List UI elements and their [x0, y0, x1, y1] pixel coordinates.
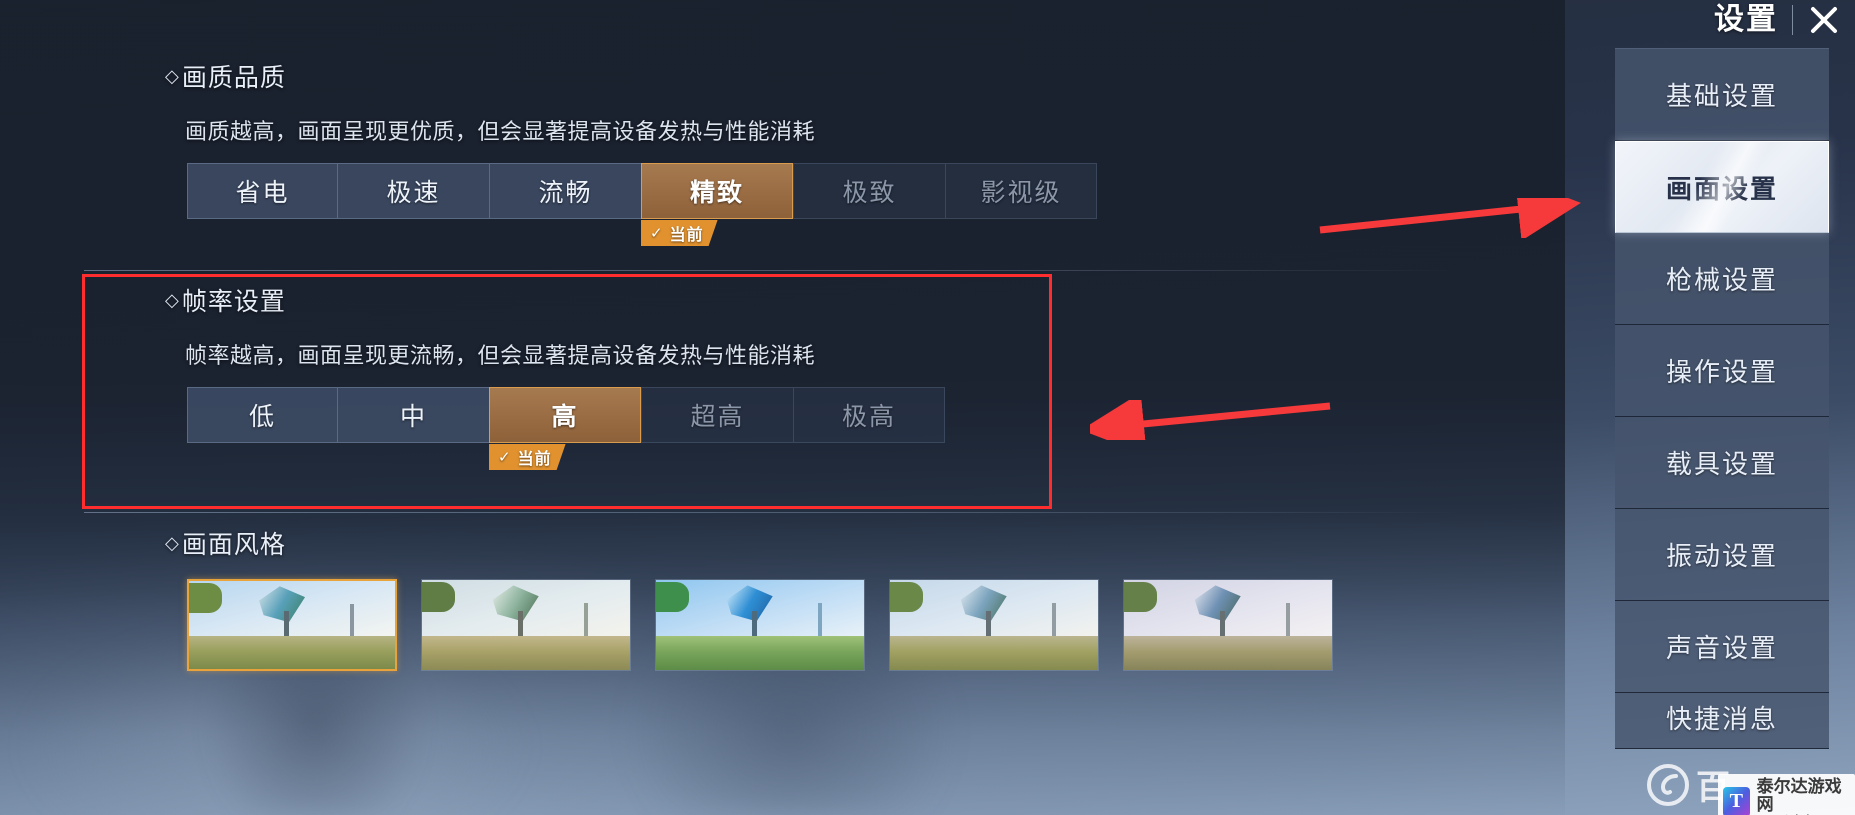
sidebar-item-label: 枪械设置 [1665, 265, 1778, 295]
tairda-site-name: 泰尔达游戏网 [1756, 777, 1842, 814]
option-label: 影视级 [980, 179, 1062, 207]
framerate-option-low[interactable]: 低 [187, 387, 337, 443]
section-desc-quality: 画质越高，画面呈现更优质，但会显著提高设备发热与性能消耗 [185, 119, 816, 144]
sidebar-item-label: 声音设置 [1665, 633, 1778, 663]
sidebar-item-label: 载具设置 [1665, 449, 1778, 479]
check-icon: ✓ [650, 224, 664, 242]
thumb-tower [349, 603, 354, 640]
quality-option-yingshiji[interactable]: 影视级 [945, 163, 1097, 219]
option-label: 极高 [841, 403, 896, 431]
sidebar-item-vibration[interactable]: 振动设置 [1615, 509, 1829, 601]
current-badge-framerate: ✓ 当前 [489, 444, 566, 470]
option-label: 极致 [842, 179, 897, 207]
framerate-option-medium[interactable]: 中 [337, 387, 489, 443]
sidebar-item-controls[interactable]: 操作设置 [1615, 325, 1829, 417]
framerate-option-row: 低 中 高 ✓ 当前 超高 极高 [187, 387, 945, 443]
thumb-ground [890, 635, 1098, 670]
close-x-icon [1807, 3, 1841, 37]
thumb-tree [890, 581, 924, 613]
quality-option-jizhi[interactable]: 极致 [793, 163, 945, 219]
thumb-tree [1124, 581, 1158, 613]
sidebar-item-sound[interactable]: 声音设置 [1615, 601, 1829, 693]
option-label: 超高 [690, 403, 745, 431]
style-thumbnail-2[interactable] [421, 579, 631, 671]
thumb-tree [189, 582, 222, 613]
sidebar-item-label: 画面设置 [1665, 173, 1778, 204]
sidebar-item-label: 快捷消息 [1665, 704, 1778, 734]
current-badge-label: 当前 [669, 227, 704, 244]
style-thumbnail-row [187, 579, 1333, 671]
sidebar-item-display[interactable]: 画面设置 [1615, 141, 1829, 233]
section-title-text: 帧率设置 [181, 288, 286, 316]
option-label: 精致 [689, 179, 744, 207]
thumb-tower [1286, 603, 1291, 640]
tairda-logo-icon [1723, 786, 1750, 815]
divider-1 [84, 270, 1464, 271]
quality-option-liuchang[interactable]: 流畅 [489, 163, 641, 219]
thumb-ground [1124, 635, 1332, 670]
section-framerate: ◇ 帧率设置 帧率越高，画面呈现更流畅，但会显著提高设备发热与性能消耗 低 中 … [165, 282, 945, 443]
framerate-option-extreme[interactable]: 极高 [793, 387, 945, 443]
sidebar-item-quickmessage[interactable]: 快捷消息 [1615, 693, 1829, 749]
settings-content: ◇ 画质品质 画质越高，画面呈现更优质，但会显著提高设备发热与性能消耗 省电 极… [0, 0, 1464, 815]
style-thumbnail-1[interactable] [187, 579, 397, 671]
sidebar-item-basic[interactable]: 基础设置 [1615, 49, 1829, 141]
style-thumbnail-4[interactable] [889, 579, 1099, 671]
diamond-bullet-icon: ◇ [165, 65, 180, 86]
thumb-tree [656, 581, 690, 613]
thumb-tower [1052, 603, 1057, 640]
diamond-bullet-icon: ◇ [165, 289, 180, 310]
section-title-quality: ◇ 画质品质 [165, 58, 1097, 94]
sidebar-item-weapon[interactable]: 枪械设置 [1615, 233, 1829, 325]
thumb-tree [422, 581, 456, 613]
baidu-paw-icon [1647, 763, 1689, 806]
framerate-option-ultra[interactable]: 超高 [641, 387, 793, 443]
panel-header: 设置 [1573, 0, 1855, 40]
quality-option-shengdian[interactable]: 省电 [187, 163, 337, 219]
style-thumbnail-5[interactable] [1123, 579, 1333, 671]
page-title: 设置 [1714, 3, 1778, 36]
option-label: 低 [248, 403, 276, 431]
thumb-ground [189, 635, 395, 669]
sidebar-item-label: 振动设置 [1665, 541, 1778, 571]
section-title-text: 画面风格 [181, 531, 286, 559]
settings-sidebar: 基础设置 画面设置 枪械设置 操作设置 载具设置 振动设置 声音设置 快捷消息 [1615, 48, 1829, 749]
quality-option-jingzhi[interactable]: 精致 ✓ 当前 [641, 163, 793, 219]
watermark-tairda: 泰尔达游戏网 www.tairda.com [1718, 774, 1855, 815]
style-thumbnail-3[interactable] [655, 579, 865, 671]
option-label: 极速 [386, 179, 441, 207]
sidebar-item-label: 操作设置 [1665, 357, 1778, 387]
quality-option-row: 省电 极速 流畅 精致 ✓ 当前 极致 影视级 [187, 163, 1097, 219]
current-badge-quality: ✓ 当前 [641, 220, 718, 246]
sidebar-item-label: 基础设置 [1665, 81, 1778, 111]
option-label: 高 [551, 403, 579, 431]
section-desc-framerate: 帧率越高，画面呈现更流畅，但会显著提高设备发热与性能消耗 [185, 343, 816, 368]
thumb-ground [422, 635, 630, 670]
current-badge-label: 当前 [517, 451, 552, 468]
option-label: 省电 [235, 179, 290, 207]
divider-2 [84, 512, 1464, 513]
section-title-style: ◇ 画面风格 [165, 525, 1333, 561]
sidebar-item-vehicle[interactable]: 载具设置 [1615, 417, 1829, 509]
section-title-text: 画质品质 [181, 64, 286, 92]
diamond-bullet-icon: ◇ [165, 532, 180, 553]
check-icon: ✓ [498, 448, 512, 466]
option-label: 流畅 [538, 179, 593, 207]
thumb-ground [656, 635, 864, 670]
thumb-tower [818, 603, 823, 640]
option-label: 中 [399, 403, 427, 431]
close-button[interactable] [1793, 0, 1855, 40]
thumb-tower [584, 603, 589, 640]
section-title-framerate: ◇ 帧率设置 [165, 282, 945, 318]
section-quality: ◇ 画质品质 画质越高，画面呈现更优质，但会显著提高设备发热与性能消耗 省电 极… [165, 58, 1097, 219]
quality-option-jisu[interactable]: 极速 [337, 163, 489, 219]
section-style: ◇ 画面风格 [165, 525, 1333, 671]
settings-panel: 设置 基础设置 画面设置 枪械设置 操作设置 载具设置 振动设置 声音设置 快捷… [0, 0, 1855, 815]
framerate-option-high[interactable]: 高 ✓ 当前 [489, 387, 641, 443]
